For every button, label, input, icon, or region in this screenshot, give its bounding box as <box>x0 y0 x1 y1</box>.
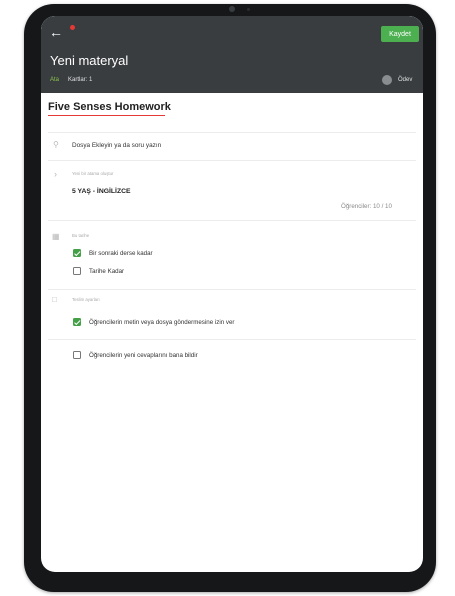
option-until-date[interactable]: Tarihe Kadar <box>89 268 124 275</box>
material-title[interactable]: Five Senses Homework <box>48 101 171 113</box>
divider <box>48 289 416 290</box>
checkbox-until-date[interactable] <box>73 267 81 275</box>
camera-sensor <box>247 8 250 11</box>
camera <box>229 6 235 12</box>
divider <box>48 160 416 161</box>
students-count[interactable]: Öğrenciler: 10 / 10 <box>341 203 392 210</box>
material-form: Five Senses Homework ⚲ Dosya Ekleyin ya … <box>41 93 423 572</box>
assignment-label[interactable]: Ödev <box>398 77 412 83</box>
page-title: Yeni materyal <box>50 53 129 68</box>
option-next-lesson[interactable]: Bir sonraki derse kadar <box>89 250 153 257</box>
app-bar: ← Kaydet Yeni materyal Ata Kartlar: 1 Öd… <box>41 16 423 93</box>
divider <box>48 132 416 133</box>
group-select[interactable]: 5 YAŞ - İNGİLİZCE <box>72 188 131 195</box>
divider <box>48 220 416 221</box>
document-icon: □ <box>52 295 57 304</box>
option-notify-answers[interactable]: Öğrencilerin yeni cevaplarını bana bildi… <box>89 352 198 359</box>
checkbox-notify-answers[interactable] <box>73 351 81 359</box>
attach-input[interactable]: Dosya Ekleyin ya da soru yazın <box>72 142 161 149</box>
checkbox-next-lesson[interactable] <box>73 249 81 257</box>
assignment-toggle-icon[interactable] <box>382 75 392 85</box>
group-label: Yeni bir atama oluştur <box>72 171 114 176</box>
screen: ← Kaydet Yeni materyal Ata Kartlar: 1 Öd… <box>41 16 423 572</box>
option-allow-submission[interactable]: Öğrencilerin metin veya dosya göndermesi… <box>89 319 234 326</box>
divider <box>48 339 416 340</box>
delivery-label: Teslim ayarları <box>72 297 100 302</box>
tab-ata[interactable]: Ata <box>50 77 59 83</box>
chevron-right-icon: › <box>54 169 57 179</box>
tab-cards[interactable]: Kartlar: 1 <box>68 77 92 83</box>
paperclip-icon: ⚲ <box>53 140 59 149</box>
notification-dot <box>70 25 75 30</box>
back-arrow-icon[interactable]: ← <box>49 25 63 39</box>
title-underline <box>48 115 165 116</box>
calendar-icon: ▦ <box>52 232 60 241</box>
date-label: Bu tarihe <box>72 233 90 238</box>
save-button[interactable]: Kaydet <box>381 26 419 42</box>
checkbox-allow-submission[interactable] <box>73 318 81 326</box>
